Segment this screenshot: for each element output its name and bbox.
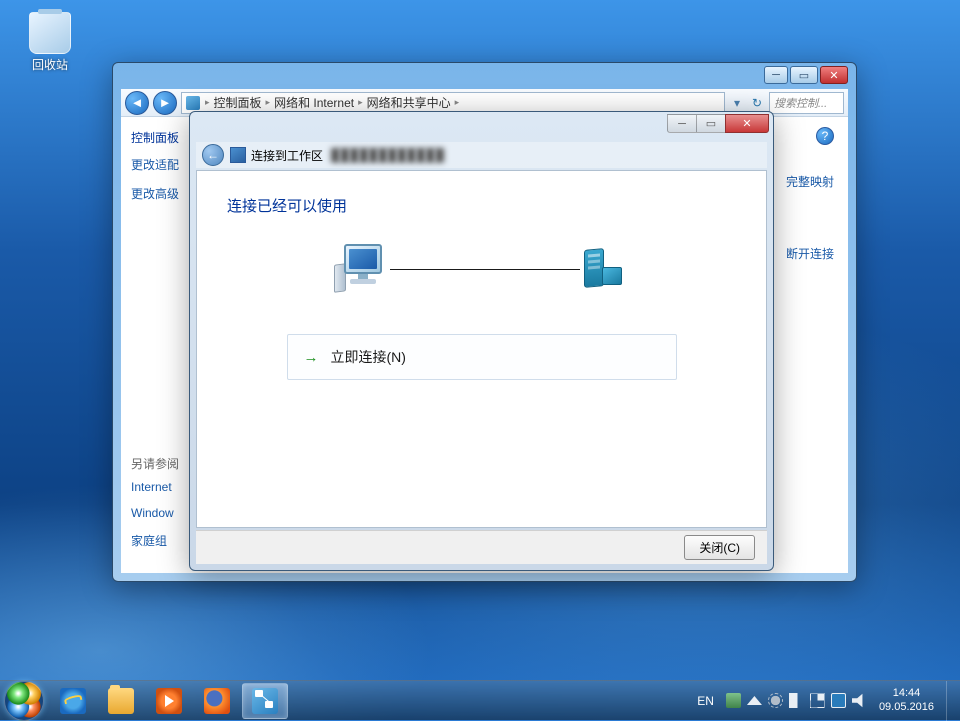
search-placeholder: 搜索控制... <box>774 95 827 111</box>
recycle-bin-icon <box>29 12 71 54</box>
address-icon <box>186 96 200 110</box>
breadcrumb-network-internet[interactable]: 网络和 Internet <box>271 94 357 111</box>
network-diagram <box>227 244 736 294</box>
cp-maximize-button[interactable]: ▭ <box>790 66 818 84</box>
taskbar-media-player[interactable] <box>146 683 192 719</box>
wizard-heading: 连接已经可以使用 <box>227 195 736 216</box>
tray-action-center-icon[interactable] <box>789 693 804 708</box>
clock-time: 14:44 <box>879 687 934 700</box>
wizard-minimize-button[interactable]: ─ <box>667 114 697 133</box>
network-icon <box>230 147 246 163</box>
ie-icon <box>60 688 86 714</box>
refresh-button[interactable]: ↻ <box>749 96 765 110</box>
cp-minimize-button[interactable]: ─ <box>764 66 788 84</box>
connect-now-label: 立即连接(N) <box>331 347 406 367</box>
tray-overflow-icon[interactable] <box>747 693 762 708</box>
nav-back-button[interactable]: ◄ <box>125 91 149 115</box>
media-player-icon <box>156 688 182 714</box>
wizard-title: 连接到工作区 <box>251 147 323 164</box>
taskbar: EN 14:44 09.05.2016 <box>0 680 960 720</box>
help-button[interactable]: ? <box>816 127 834 145</box>
folder-icon <box>108 688 134 714</box>
wizard-titlebar-buttons: ─ ▭ ✕ <box>668 114 769 133</box>
wizard-title-obscured: ████████████ <box>331 148 445 162</box>
wizard-close-button[interactable]: ✕ <box>725 114 769 133</box>
recycle-bin-label: 回收站 <box>20 56 80 73</box>
taskbar-network-center[interactable] <box>242 683 288 719</box>
tray-gear-icon[interactable] <box>768 693 783 708</box>
taskbar-clock[interactable]: 14:44 09.05.2016 <box>875 687 938 713</box>
cp-close-button[interactable]: ✕ <box>820 66 848 84</box>
show-desktop-button[interactable] <box>946 681 956 721</box>
wizard-content: 连接已经可以使用 → 立即连接(N) <box>196 170 767 528</box>
address-dropdown-button[interactable]: ▾ <box>729 96 745 110</box>
link-disconnect[interactable]: 断开连接 <box>786 245 834 262</box>
breadcrumb-control-panel[interactable]: 控制面板 <box>211 94 265 111</box>
server-icon <box>580 247 628 291</box>
breadcrumb-network-sharing-center[interactable]: 网络和共享中心 <box>364 94 454 111</box>
cp-titlebar-buttons: ─ ▭ ✕ <box>764 66 848 84</box>
connect-now-command-link[interactable]: → 立即连接(N) <box>287 334 677 380</box>
tray-monitor-icon[interactable] <box>831 693 846 708</box>
taskbar-explorer[interactable] <box>98 683 144 719</box>
wizard-header: ← 连接到工作区 ████████████ <box>196 142 767 168</box>
tray-drive-icon[interactable] <box>726 693 741 708</box>
taskbar-pinned-items <box>50 681 288 720</box>
firefox-icon <box>204 688 230 714</box>
search-input[interactable]: 搜索控制... <box>769 92 844 114</box>
computer-icon <box>336 244 390 294</box>
link-full-map[interactable]: 完整映射 <box>786 173 834 190</box>
clock-date: 09.05.2016 <box>879 701 934 714</box>
tray-icons <box>726 693 867 708</box>
start-button[interactable] <box>4 681 44 721</box>
connect-workplace-wizard-window: ─ ▭ ✕ ← 连接到工作区 ████████████ 连接已经可以使用 → 立… <box>189 111 774 571</box>
recycle-bin-desktop-icon[interactable]: 回收站 <box>20 12 80 73</box>
network-center-icon <box>252 688 278 714</box>
wizard-maximize-button[interactable]: ▭ <box>696 114 726 133</box>
wizard-back-button[interactable]: ← <box>202 144 224 166</box>
arrow-right-icon: → <box>304 349 319 366</box>
language-indicator[interactable]: EN <box>693 692 718 710</box>
taskbar-firefox[interactable] <box>194 683 240 719</box>
connection-line-icon <box>390 269 580 270</box>
tray-volume-icon[interactable] <box>852 693 867 708</box>
breadcrumb-separator-icon: ▸ <box>454 97 461 108</box>
taskbar-ie[interactable] <box>50 683 96 719</box>
system-tray: EN 14:44 09.05.2016 <box>693 681 960 720</box>
wizard-footer: 关闭(C) <box>196 530 767 564</box>
tray-network-icon[interactable] <box>810 693 825 708</box>
nav-forward-button[interactable]: ► <box>153 91 177 115</box>
wizard-close-footer-button[interactable]: 关闭(C) <box>684 535 755 560</box>
